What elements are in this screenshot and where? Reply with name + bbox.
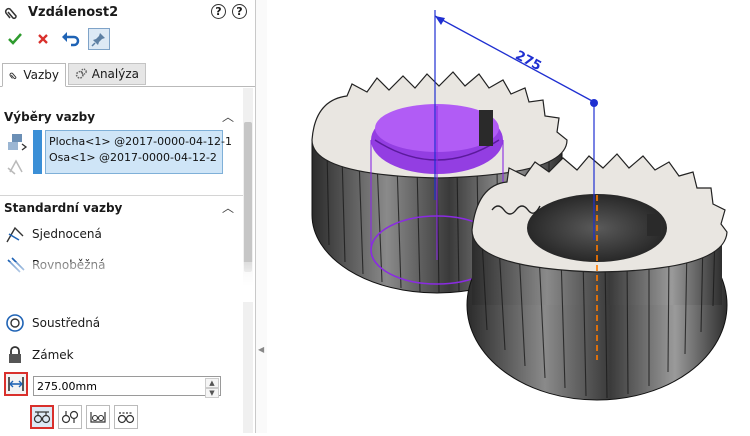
panel-fade-overlay <box>0 262 255 302</box>
keep-visible-pin-button[interactable] <box>88 28 110 50</box>
checkmark-icon <box>8 33 22 45</box>
selection-active-indicator <box>33 130 42 174</box>
paperclip-icon <box>9 72 17 80</box>
mate-label: Sjednocená <box>32 227 102 241</box>
aligned-button[interactable] <box>30 405 54 429</box>
mate-lock[interactable]: Zámek <box>4 344 74 366</box>
list-item[interactable]: Osa<1> @2017-0000-04-12-2 <box>49 151 217 164</box>
custom-aligned-button[interactable] <box>114 405 138 429</box>
gear-assembly-drawing: 275 <box>311 10 728 401</box>
expand-arrow-icon[interactable]: ◀ <box>258 345 264 354</box>
mate-alignment-buttons <box>30 405 138 429</box>
coincident-icon <box>4 223 26 245</box>
mate-selections-header[interactable]: Výběry vazby ︿ <box>4 110 238 128</box>
panel-title: Vzdálenost2 <box>28 5 119 20</box>
closest-icon <box>90 412 106 423</box>
pin-icon <box>91 33 105 47</box>
divider <box>0 195 243 196</box>
undo-icon <box>62 32 80 47</box>
mate-options-icon[interactable] <box>6 158 26 179</box>
panel-header: Vzdálenost2 ? ? <box>4 2 249 24</box>
distance-input[interactable] <box>34 377 190 395</box>
mate-coincident[interactable]: Sjednocená <box>4 223 102 245</box>
whats-wrong-help-icon[interactable]: ? <box>211 4 226 19</box>
distance-mate-button[interactable] <box>4 372 28 396</box>
panel-scrollbar-thumb[interactable] <box>244 122 252 272</box>
paperclip-icon <box>4 3 22 24</box>
lock-icon <box>4 344 26 366</box>
panel-tabs: Vazby Analýza <box>0 61 255 87</box>
undo-button[interactable] <box>60 28 82 50</box>
panel-toolbar <box>4 27 110 51</box>
mate-label: Soustředná <box>32 316 101 330</box>
mate-concentric[interactable]: Soustředná <box>4 312 100 334</box>
mate-label: Zámek <box>32 348 74 362</box>
swap-selection-icon[interactable] <box>6 132 28 155</box>
anti-aligned-button[interactable] <box>58 405 82 429</box>
distance-icon <box>8 377 24 391</box>
gears-icon <box>75 68 87 79</box>
aligned-icon <box>33 411 51 424</box>
standard-mates-header[interactable]: Standardní vazby ︿ <box>4 201 238 219</box>
custom-align-icon <box>117 412 135 424</box>
cancel-button[interactable] <box>32 28 54 50</box>
dimension-value-label: 275 <box>513 48 544 74</box>
ok-button[interactable] <box>4 28 26 50</box>
tab-vazby[interactable]: Vazby <box>2 63 66 87</box>
anti-aligned-icon <box>61 410 79 424</box>
closest-aligned-button[interactable] <box>86 405 110 429</box>
mate-selections-list[interactable]: Plocha<1> @2017-0000-04-12-1 Osa<1> @201… <box>45 130 232 174</box>
distance-spinner[interactable]: ▲ ▼ <box>205 378 219 398</box>
property-manager-panel: Vzdálenost2 ? ? Vazby Analýza Výběry vaz… <box>0 0 256 433</box>
tab-label: Vazby <box>23 68 59 82</box>
help-icon[interactable]: ? <box>232 4 247 19</box>
spin-down-icon[interactable]: ▼ <box>205 388 219 398</box>
concentric-icon <box>4 312 26 334</box>
tab-analyza[interactable]: Analýza <box>68 63 146 85</box>
tab-label: Analýza <box>91 67 139 81</box>
collapse-chevron-icon[interactable]: ︿ <box>222 199 234 216</box>
graphics-viewport[interactable]: 275 <box>267 0 750 433</box>
close-icon <box>38 34 48 44</box>
right-gear[interactable] <box>466 153 728 401</box>
collapse-chevron-icon[interactable]: ︿ <box>222 108 234 125</box>
spin-up-icon[interactable]: ▲ <box>205 378 219 388</box>
panel-splitter[interactable] <box>256 0 267 433</box>
distance-field[interactable]: ▲ ▼ <box>33 376 221 398</box>
list-item[interactable]: Plocha<1> @2017-0000-04-12-1 <box>49 135 232 148</box>
